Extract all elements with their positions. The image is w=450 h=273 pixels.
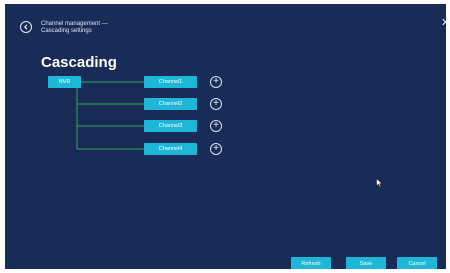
channel1-node[interactable]: Channel1 [144,76,197,88]
plus-circle-icon: + [213,98,219,109]
add-channel2-button[interactable]: + [210,98,222,110]
add-channel1-button[interactable]: + [210,76,222,88]
mouse-cursor-icon [376,178,383,188]
cascading-settings-screen: Channel management — Cascading settings … [5,4,446,269]
save-button[interactable]: Save [346,257,386,269]
plus-circle-icon: + [213,76,219,87]
channel4-node[interactable]: Channel4 [144,143,197,155]
plus-circle-icon: + [213,143,219,154]
cancel-button[interactable]: Cancel [397,257,437,269]
channel2-node[interactable]: Channel2 [144,98,197,110]
plus-circle-icon: + [213,120,219,131]
add-channel4-button[interactable]: + [210,143,222,155]
channel3-node[interactable]: Channel3 [144,120,197,132]
add-channel3-button[interactable]: + [210,120,222,132]
refresh-button[interactable]: Refresh [291,257,331,269]
nvr-node[interactable]: NVR [48,76,81,88]
cascade-connectors [76,81,144,150]
